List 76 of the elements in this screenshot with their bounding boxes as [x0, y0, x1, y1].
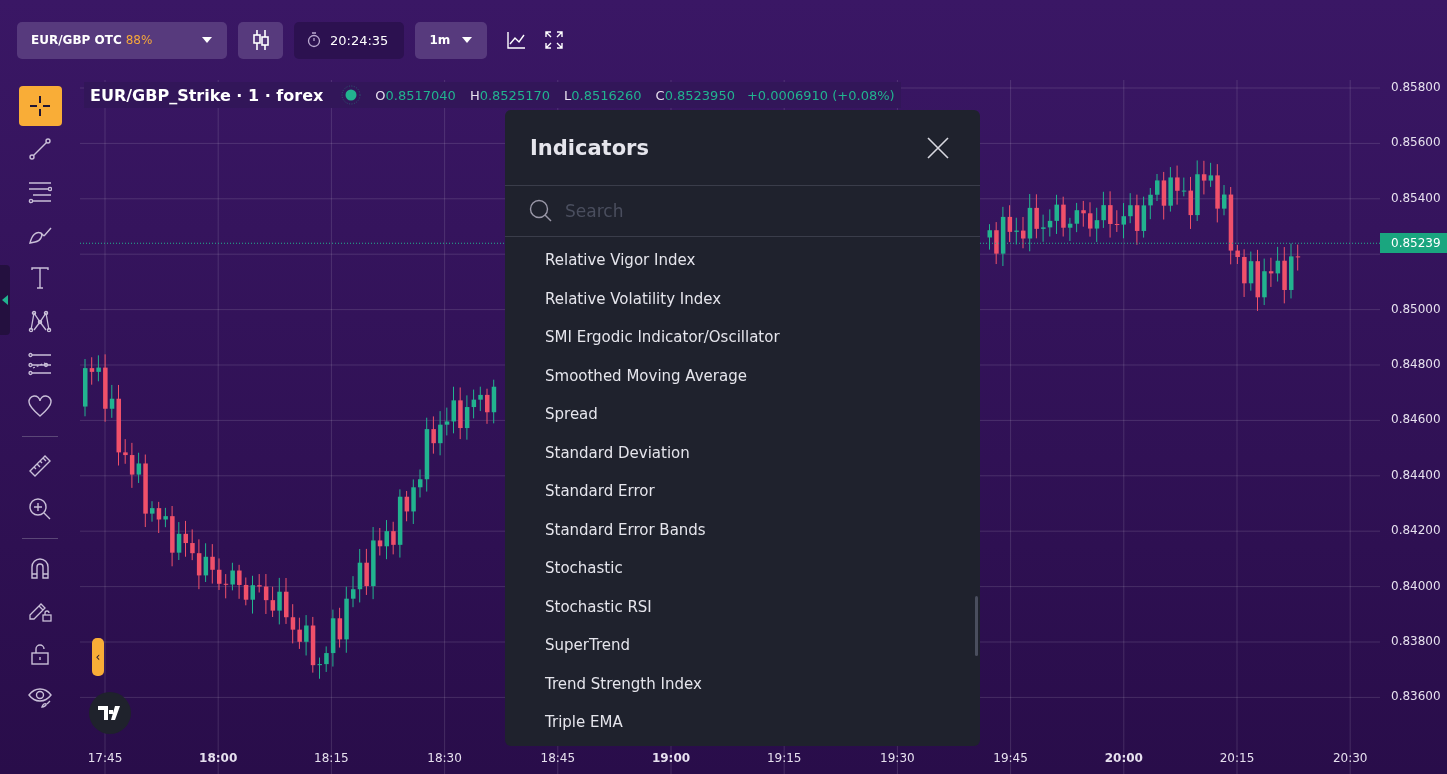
stopwatch-icon	[307, 32, 321, 48]
line-tool-icon	[28, 137, 52, 161]
indicator-item[interactable]: Standard Deviation	[505, 433, 980, 472]
close-icon	[927, 136, 949, 159]
caret-icon	[461, 36, 474, 44]
time-label: 19:45	[992, 751, 1029, 765]
crosshair-icon	[28, 94, 52, 118]
ohlc-value: C0.8523950	[655, 87, 735, 103]
ohlc-value: L0.8516260	[564, 87, 642, 103]
time-label: 19:30	[879, 751, 916, 765]
time-label: 20:30	[1331, 751, 1369, 765]
scrollbar-thumb[interactable]	[975, 596, 978, 656]
indicator-item[interactable]: Spread	[505, 395, 980, 434]
price-label: 0.84600	[1391, 412, 1441, 427]
heart-icon	[28, 395, 52, 419]
ohlc-value: O0.8517040	[375, 87, 456, 103]
indicator-item[interactable]: Trend Strength Index	[505, 664, 980, 703]
indicator-item[interactable]: Stochastic	[505, 549, 980, 588]
line-chart-icon[interactable]	[506, 31, 527, 49]
search-icon	[529, 199, 553, 223]
indicator-item[interactable]: Standard Error	[505, 472, 980, 511]
chart-type-button[interactable]	[238, 21, 283, 59]
time-label: 17:45	[86, 751, 124, 765]
price-label: 0.83800	[1391, 634, 1441, 648]
price-label: 0.85000	[1391, 301, 1441, 316]
zoom-in-icon	[28, 497, 52, 521]
logo-icon	[98, 706, 122, 720]
timeframe-dropdown[interactable]: 1m	[415, 21, 488, 59]
status-dot-icon	[341, 85, 362, 105]
indicator-item[interactable]: Triple EMA	[505, 703, 980, 742]
ruler-icon	[28, 454, 52, 478]
tool-button[interactable]	[18, 86, 62, 126]
price-change: +0.0006910 (+0.08%)	[746, 87, 895, 103]
indicator-item[interactable]: Relative Vigor Index	[505, 241, 980, 280]
dialog-title: Indicators	[530, 135, 649, 160]
eye-icon	[28, 685, 52, 709]
time-label: 20:15	[1218, 751, 1256, 765]
caret-icon	[201, 36, 213, 44]
text-tool-icon	[28, 266, 52, 290]
time-label: 18:45	[539, 751, 577, 765]
side-panel-tab[interactable]	[0, 265, 10, 335]
price-label: 0.84200	[1391, 523, 1441, 538]
timer-display: 20:24:35	[294, 21, 405, 59]
time-label: 20:00	[1103, 751, 1144, 765]
indicator-item[interactable]: Smoothed Moving Average	[505, 356, 980, 395]
time-label: 19:00	[651, 751, 691, 765]
price-label: 0.84800	[1391, 357, 1441, 371]
magnet-icon	[28, 556, 52, 580]
price-label: 0.85400	[1391, 190, 1441, 205]
indicator-item[interactable]: Standard Error Bands	[505, 510, 980, 549]
indicator-item[interactable]: SMI Ergodic Indicator/Oscillator	[505, 318, 980, 357]
time-label: 19:15	[765, 751, 803, 765]
price-label: 0.83600	[1391, 689, 1441, 704]
indicator-item[interactable]: Relative Volatility Index	[505, 279, 980, 318]
padlock-icon	[28, 642, 52, 666]
horizontal-lines-icon	[28, 180, 52, 204]
time-label: 18:15	[313, 751, 350, 765]
asset-dropdown[interactable]: EUR/GBP OTC 88%	[17, 21, 227, 59]
time-label: 18:00	[198, 751, 239, 765]
arrow-left-icon	[2, 295, 8, 305]
price-label: 0.85600	[1391, 135, 1441, 150]
close-button[interactable]	[927, 136, 949, 159]
indicator-item[interactable]: SuperTrend	[505, 626, 980, 665]
candlestick-icon	[250, 29, 271, 51]
price-label: 0.84400	[1391, 467, 1441, 482]
indicator-item[interactable]: Stochastic RSI	[505, 587, 980, 626]
lines-tool-icon	[28, 352, 52, 376]
fullscreen-icon[interactable]	[545, 31, 564, 49]
ohlc-value: H0.8525170	[469, 87, 550, 103]
price-label: 0.85800	[1391, 80, 1441, 94]
symbol-title: EUR/GBP_Strike · 1 · forex	[90, 85, 324, 105]
current-price-tag: 0.85239	[1380, 233, 1447, 254]
time-label: 18:30	[426, 751, 463, 765]
pattern-tool-icon	[28, 309, 52, 333]
collapse-tab[interactable]: ‹	[92, 638, 104, 676]
price-label: 0.84000	[1391, 578, 1441, 593]
